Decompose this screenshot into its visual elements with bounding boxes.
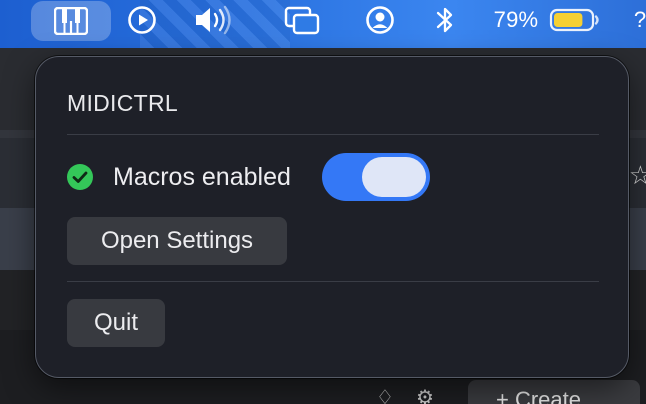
midictrl-popover: MIDICTRL Macros enabled Open Settings Qu… xyxy=(35,56,629,378)
menubar-overflow-item[interactable]: ? xyxy=(630,0,646,40)
menubar-midictrl-item[interactable] xyxy=(31,1,111,41)
battery-percentage[interactable]: 79% xyxy=(486,0,546,40)
menubar-volume[interactable] xyxy=(192,0,236,40)
speaker-volume-icon xyxy=(196,5,231,35)
toggle-knob xyxy=(362,157,426,197)
divider xyxy=(67,134,599,135)
menu-bar: 79% ? xyxy=(0,0,646,48)
macros-enabled-label: Macros enabled xyxy=(113,163,291,191)
background-toolbar: ♢ ⚙ xyxy=(376,385,434,404)
play-circle-icon xyxy=(128,6,156,34)
menubar-battery[interactable] xyxy=(548,0,602,40)
menubar-screen-mirroring[interactable] xyxy=(282,0,322,40)
divider xyxy=(67,281,599,282)
battery-icon xyxy=(549,8,599,32)
quit-button[interactable]: Quit xyxy=(67,299,165,347)
bluetooth-icon xyxy=(436,7,453,33)
check-circle-icon xyxy=(67,164,93,190)
user-account-icon xyxy=(366,6,394,34)
star-icon[interactable]: ☆ xyxy=(629,160,646,191)
menubar-bluetooth[interactable] xyxy=(430,0,460,40)
menubar-now-playing[interactable] xyxy=(124,0,160,40)
popover-title: MIDICTRL xyxy=(67,90,179,116)
menubar-user-account[interactable] xyxy=(362,0,398,40)
macros-row: Macros enabled xyxy=(67,153,447,201)
create-button[interactable]: + Create xyxy=(468,380,640,404)
macros-toggle[interactable] xyxy=(322,153,430,201)
piano-keys-icon xyxy=(54,7,88,35)
open-settings-button[interactable]: Open Settings xyxy=(67,217,287,265)
bell-icon[interactable]: ♢ xyxy=(376,385,394,404)
gear-icon[interactable]: ⚙ xyxy=(416,385,434,404)
screen-mirroring-icon xyxy=(284,6,320,35)
